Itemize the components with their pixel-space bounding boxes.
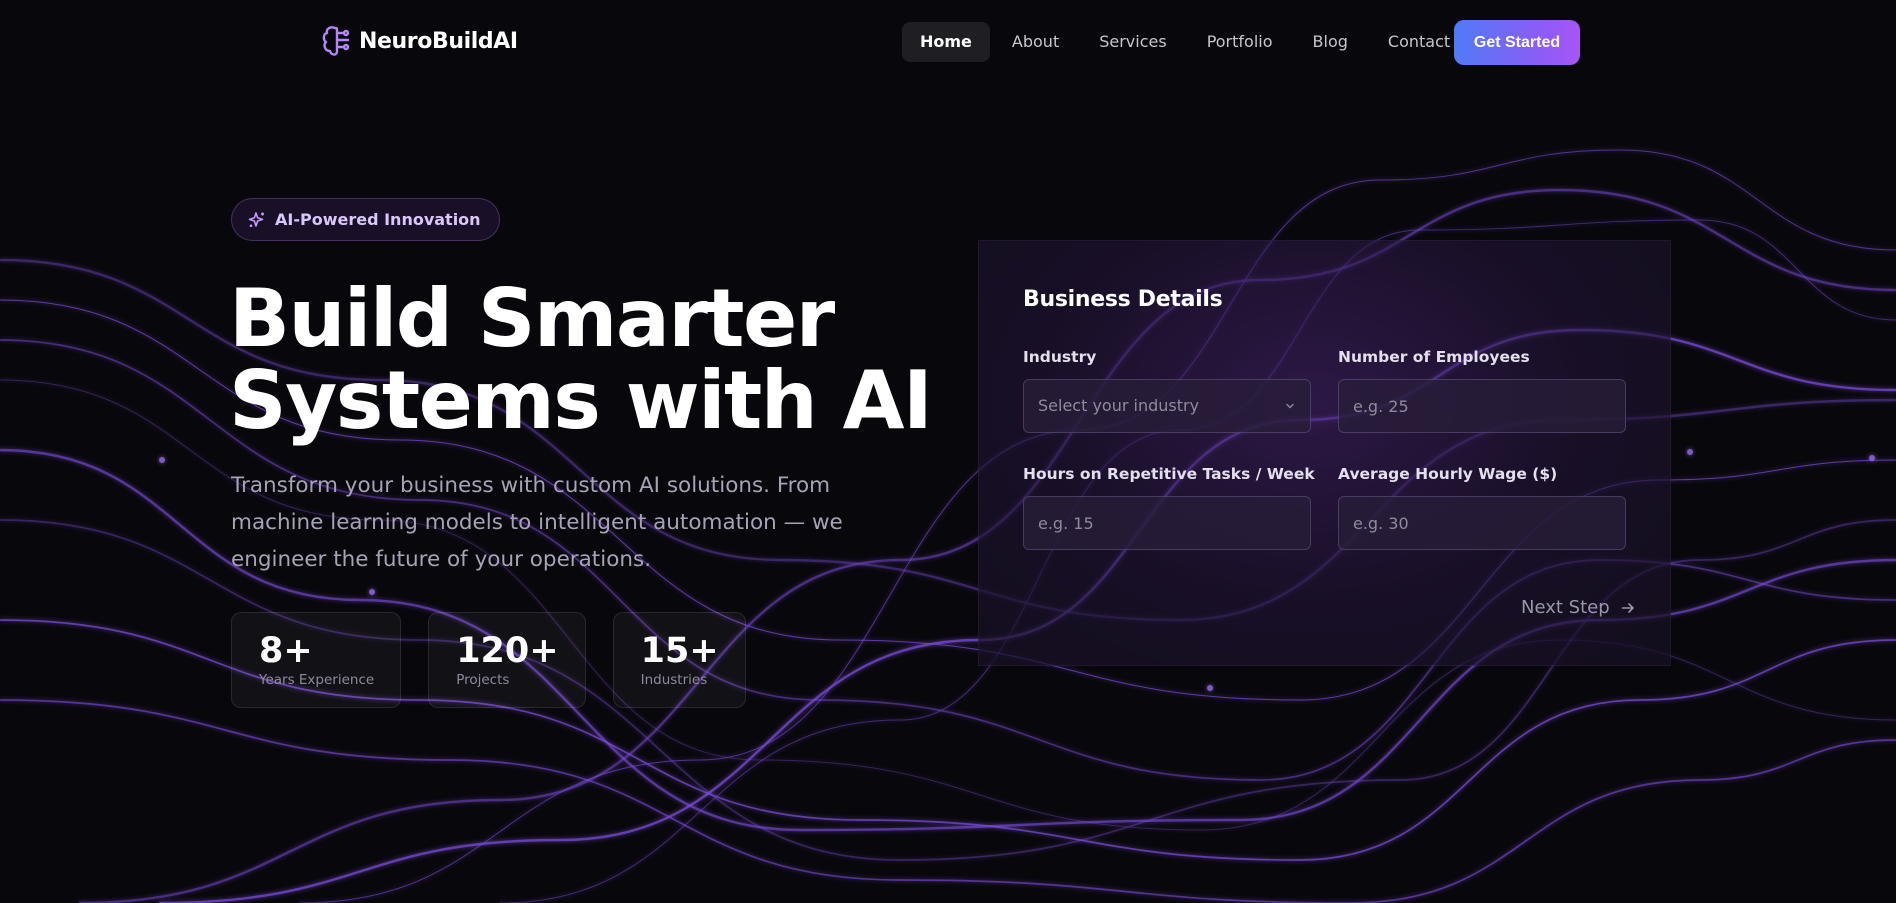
stat-label: Projects xyxy=(456,672,510,688)
next-step-label: Next Step xyxy=(1521,597,1610,618)
brain-icon xyxy=(322,26,350,56)
background-particle xyxy=(369,589,375,595)
stat-card-industries: 15+ Industries xyxy=(612,612,746,708)
industry-select[interactable]: Select your industry xyxy=(1023,379,1311,433)
background-wave-line xyxy=(0,699,1896,903)
background-particle xyxy=(1207,685,1213,691)
stat-card-projects: 120+ Projects xyxy=(428,612,586,708)
hero-headline-line-1: Build Smarter xyxy=(229,272,835,365)
nav-link-services[interactable]: Services xyxy=(1081,22,1184,62)
get-started-button[interactable]: Get Started xyxy=(1454,20,1580,65)
next-step-button[interactable]: Next Step xyxy=(1521,597,1636,618)
hero-headline-line-2: Systems with AI xyxy=(229,354,933,447)
nav-link-blog[interactable]: Blog xyxy=(1295,22,1366,62)
nav-links: Home About Services Portfolio Blog Conta… xyxy=(902,22,1472,62)
stat-label: Years Experience xyxy=(259,672,375,688)
hero-badge: AI-Powered Innovation xyxy=(231,198,500,241)
hours-input[interactable] xyxy=(1023,496,1311,550)
top-navigation: NeuroBuildAI Home About Services Portfol… xyxy=(0,0,1896,84)
employees-input[interactable] xyxy=(1338,379,1626,433)
business-details-form: Business Details Industry Select your in… xyxy=(978,240,1671,666)
stat-label: Industries xyxy=(640,672,708,688)
hero-badge-text: AI-Powered Innovation xyxy=(275,210,481,229)
stat-card-experience: 8+ Years Experience xyxy=(231,612,402,708)
background-particle xyxy=(1869,455,1875,461)
stat-value: 120+ xyxy=(456,631,559,671)
wage-input[interactable] xyxy=(1338,496,1626,550)
hero-headline: Build Smarter Systems with AI xyxy=(229,272,933,447)
industry-select-value: Select your industry xyxy=(1038,396,1200,415)
nav-link-about[interactable]: About xyxy=(994,22,1077,62)
arrow-right-icon xyxy=(1621,602,1634,613)
stat-value: 15+ xyxy=(640,631,719,671)
brand-name: NeuroBuildAI xyxy=(359,28,518,54)
hours-label: Hours on Repetitive Tasks / Week xyxy=(1023,465,1315,483)
form-title: Business Details xyxy=(1023,287,1223,312)
nav-link-home[interactable]: Home xyxy=(902,22,990,62)
hero-stats: 8+ Years Experience 120+ Projects 15+ In… xyxy=(231,612,773,708)
stat-value: 8+ xyxy=(259,631,313,671)
sparkles-icon xyxy=(248,211,264,227)
wage-label: Average Hourly Wage ($) xyxy=(1338,465,1558,483)
industry-label: Industry xyxy=(1023,348,1097,366)
brand-logo[interactable]: NeuroBuildAI xyxy=(321,24,518,58)
chevron-down-icon xyxy=(1286,403,1294,409)
hero-subtext: Transform your business with custom AI s… xyxy=(231,473,843,572)
background-particle xyxy=(159,457,165,463)
employees-label: Number of Employees xyxy=(1338,348,1530,366)
nav-link-portfolio[interactable]: Portfolio xyxy=(1189,22,1291,62)
background-particle xyxy=(1687,449,1693,455)
